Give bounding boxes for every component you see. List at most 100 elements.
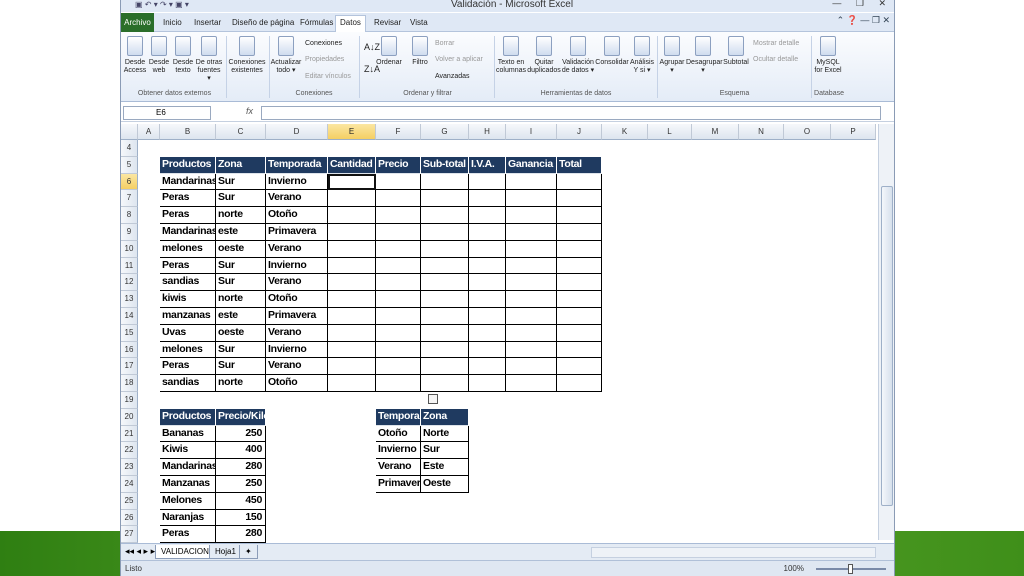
row-header[interactable]: 22 [121, 442, 138, 460]
table-cell[interactable] [328, 190, 376, 208]
table-cell[interactable] [421, 274, 469, 292]
table-cell[interactable]: Este [421, 459, 469, 476]
table-cell[interactable] [506, 324, 557, 342]
tab-datos[interactable]: Datos [335, 15, 366, 32]
table-cell[interactable] [506, 224, 557, 241]
table-cell[interactable]: 150 [216, 509, 266, 527]
row-header[interactable]: 6 [121, 173, 138, 191]
table-cell[interactable]: Peras [160, 358, 216, 376]
conexiones-existentes-button[interactable]: Conexiones existentes [228, 36, 266, 75]
table-cell[interactable] [506, 240, 557, 258]
table-cell[interactable] [469, 224, 506, 241]
table-cell[interactable] [557, 190, 602, 208]
formula-input[interactable] [261, 106, 881, 120]
table-cell[interactable]: 280 [216, 459, 266, 476]
table-cell[interactable] [376, 190, 421, 208]
help-icon[interactable]: ⌃ ❓ — ❐ ✕ [837, 15, 890, 26]
table-cell[interactable]: 250 [216, 476, 266, 493]
table-cell[interactable] [469, 240, 506, 258]
table-cell[interactable]: Verano [266, 274, 328, 292]
table-cell[interactable] [421, 257, 469, 275]
table-cell[interactable]: norte [216, 291, 266, 308]
table-cell[interactable] [557, 224, 602, 241]
table-cell[interactable] [376, 291, 421, 308]
analisis-y-si-button[interactable]: Análisis Y si ▾ [628, 36, 656, 75]
table-cell[interactable] [506, 207, 557, 224]
function-icon[interactable]: fx [246, 106, 253, 116]
tab-diseno-pagina[interactable]: Diseño de página [228, 16, 298, 29]
table-header-cell[interactable]: Precio [376, 156, 421, 174]
desde-web-button[interactable]: Desde web [147, 36, 171, 75]
table-cell[interactable] [557, 274, 602, 292]
propiedades-link[interactable]: Propiedades [305, 56, 344, 63]
sheet-tab-hoja1[interactable]: Hoja1 [209, 545, 242, 559]
row-header[interactable]: 12 [121, 274, 138, 292]
new-sheet-icon[interactable]: ✦ [239, 545, 258, 559]
tab-revisar[interactable]: Revisar [370, 16, 405, 29]
table-cell[interactable]: Bananas [160, 425, 216, 443]
table-cell[interactable] [506, 341, 557, 359]
row-header[interactable]: 17 [121, 358, 138, 376]
table-cell[interactable]: Invierno [376, 442, 421, 460]
tab-inicio[interactable]: Inicio [159, 16, 186, 29]
table-cell[interactable]: 280 [216, 526, 266, 544]
table-cell[interactable]: 400 [216, 442, 266, 460]
table-cell[interactable] [469, 341, 506, 359]
table-cell[interactable] [328, 257, 376, 275]
column-header[interactable]: I [506, 124, 557, 140]
table-cell[interactable] [421, 291, 469, 308]
table-cell[interactable] [469, 308, 506, 325]
table-cell[interactable] [328, 173, 376, 191]
scroll-thumb[interactable] [881, 186, 893, 506]
table-cell[interactable] [421, 324, 469, 342]
table-cell[interactable] [469, 257, 506, 275]
table-cell[interactable]: Verano [266, 324, 328, 342]
row-header[interactable]: 10 [121, 240, 138, 258]
row-header[interactable]: 16 [121, 341, 138, 359]
tab-formulas[interactable]: Fórmulas [296, 16, 337, 29]
validacion-datos-button[interactable]: Validación de datos ▾ [561, 36, 595, 75]
horizontal-scrollbar[interactable] [591, 547, 876, 558]
row-header[interactable]: 23 [121, 459, 138, 476]
table-cell[interactable] [376, 207, 421, 224]
vertical-scrollbar[interactable] [878, 124, 894, 540]
column-header[interactable]: K [602, 124, 648, 140]
table-cell[interactable] [469, 173, 506, 191]
table-cell[interactable]: Sur [216, 257, 266, 275]
table-cell[interactable]: norte [216, 207, 266, 224]
column-header[interactable]: M [692, 124, 739, 140]
table-cell[interactable]: melones [160, 341, 216, 359]
column-header[interactable]: F [376, 124, 421, 140]
mysql-excel-button[interactable]: MySQL for Excel [813, 36, 843, 75]
row-header[interactable]: 15 [121, 324, 138, 342]
table-cell[interactable]: 450 [216, 492, 266, 510]
table-cell[interactable]: Invierno [266, 341, 328, 359]
table-cell[interactable]: manzanas [160, 308, 216, 325]
table-cell[interactable] [421, 190, 469, 208]
table-cell[interactable] [421, 224, 469, 241]
row-header[interactable]: 11 [121, 257, 138, 275]
zoom-level[interactable]: 100% [784, 564, 804, 573]
table-cell[interactable] [376, 257, 421, 275]
agrupar-button[interactable]: Agrupar ▾ [658, 36, 686, 75]
table-cell[interactable] [557, 173, 602, 191]
desde-texto-button[interactable]: Desde texto [171, 36, 195, 75]
table-cell[interactable]: Peras [160, 207, 216, 224]
row-header[interactable]: 5 [121, 156, 138, 174]
row-header[interactable]: 13 [121, 291, 138, 308]
table-cell[interactable] [421, 341, 469, 359]
table-header-cell[interactable]: Cantidad [328, 156, 376, 174]
subtotal-button[interactable]: Subtotal [721, 36, 751, 67]
row-header[interactable]: 9 [121, 224, 138, 241]
avanzadas-link[interactable]: Avanzadas [435, 73, 470, 80]
table-cell[interactable] [328, 274, 376, 292]
table-cell[interactable] [506, 190, 557, 208]
table-cell[interactable] [506, 375, 557, 392]
table-header-cell[interactable]: Temporada [376, 408, 421, 426]
table-header-cell[interactable]: Temporada [266, 156, 328, 174]
table-header-cell[interactable]: I.V.A. [469, 156, 506, 174]
column-header[interactable]: O [784, 124, 831, 140]
column-header[interactable]: C [216, 124, 266, 140]
row-header[interactable]: 14 [121, 308, 138, 325]
table-cell[interactable] [376, 224, 421, 241]
